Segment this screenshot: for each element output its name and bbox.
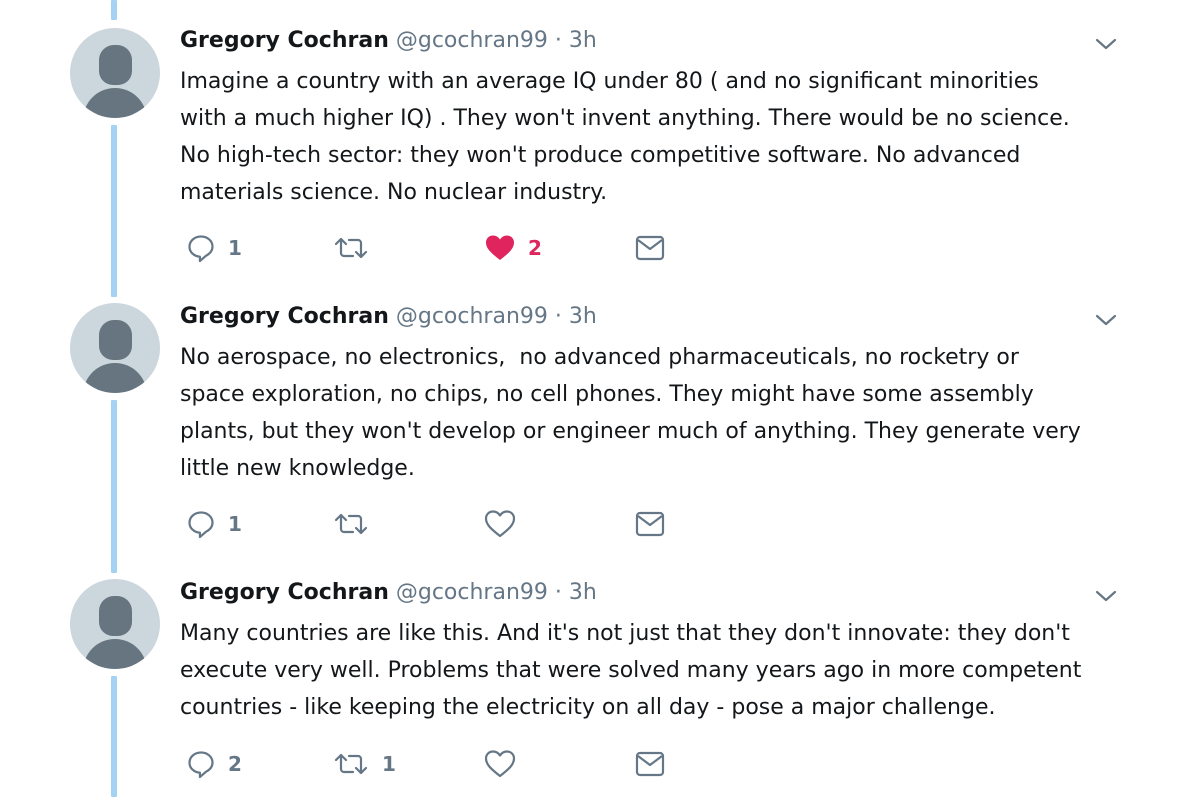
timestamp[interactable]: 3h: [569, 28, 597, 53]
tweet-text: Many countries are like this. And it's n…: [180, 621, 1082, 720]
retweet-icon: [332, 749, 370, 779]
chevron-down-icon[interactable]: [1094, 36, 1118, 52]
reply-icon: [186, 749, 216, 779]
thread-connector: [111, 0, 117, 20]
tweet-text: Imagine a country with an average IQ und…: [180, 69, 1070, 205]
avatar-head: [99, 320, 132, 360]
heart-icon: [484, 749, 516, 779]
tweet-text: No aerospace, no electronics, no advance…: [180, 345, 1081, 481]
user-handle[interactable]: @gcochran99: [396, 580, 548, 605]
retweet-icon: [332, 233, 370, 263]
tweet-actions: 1: [180, 504, 700, 544]
separator: ·: [554, 28, 562, 53]
timestamp[interactable]: 3h: [569, 304, 597, 329]
thread-connector: [111, 676, 117, 797]
direct-message-button[interactable]: [635, 504, 665, 544]
reply-count: 1: [228, 512, 242, 536]
heart-icon: [484, 233, 516, 263]
tweet-thread: Gregory Cochran @gcochran99 · 3h Imagine…: [0, 0, 1192, 797]
like-button[interactable]: 2: [484, 228, 542, 268]
like-count: 2: [528, 236, 542, 260]
reply-icon: [186, 509, 216, 539]
avatar-body: [83, 639, 147, 669]
direct-message-button[interactable]: [635, 228, 665, 268]
retweet-button[interactable]: 1: [332, 744, 396, 784]
avatar-body: [83, 88, 147, 118]
envelope-icon: [635, 510, 665, 538]
chevron-down-icon[interactable]: [1094, 312, 1118, 328]
thread-connector: [111, 125, 117, 297]
avatar[interactable]: [70, 28, 160, 118]
reply-icon: [186, 233, 216, 263]
avatar-head: [99, 596, 132, 636]
retweet-count: 1: [382, 752, 396, 776]
timestamp[interactable]: 3h: [569, 580, 597, 605]
reply-button[interactable]: 1: [186, 504, 242, 544]
direct-message-button[interactable]: [635, 744, 665, 784]
user-handle[interactable]: @gcochran99: [396, 28, 548, 53]
reply-count: 2: [228, 752, 242, 776]
tweet-header: Gregory Cochran @gcochran99 · 3h: [180, 578, 597, 608]
separator: ·: [554, 304, 562, 329]
thread-connector: [111, 400, 117, 573]
avatar[interactable]: [70, 303, 160, 393]
display-name[interactable]: Gregory Cochran: [180, 304, 389, 329]
avatar-body: [83, 363, 147, 393]
chevron-down-icon[interactable]: [1094, 588, 1118, 604]
reply-button[interactable]: 1: [186, 228, 242, 268]
display-name[interactable]: Gregory Cochran: [180, 28, 389, 53]
retweet-button[interactable]: [332, 228, 382, 268]
avatar-head: [99, 45, 132, 85]
avatar[interactable]: [70, 579, 160, 669]
reply-button[interactable]: 2: [186, 744, 242, 784]
retweet-button[interactable]: [332, 504, 382, 544]
tweet-header: Gregory Cochran @gcochran99 · 3h: [180, 302, 597, 332]
like-button[interactable]: [484, 504, 528, 544]
tweet-actions: 2 1: [180, 744, 700, 784]
separator: ·: [554, 580, 562, 605]
retweet-icon: [332, 509, 370, 539]
display-name[interactable]: Gregory Cochran: [180, 580, 389, 605]
envelope-icon: [635, 750, 665, 778]
tweet-header: Gregory Cochran @gcochran99 · 3h: [180, 26, 597, 56]
heart-icon: [484, 509, 516, 539]
envelope-icon: [635, 234, 665, 262]
reply-count: 1: [228, 236, 242, 260]
like-button[interactable]: [484, 744, 528, 784]
tweet-actions: 1 2: [180, 228, 700, 268]
user-handle[interactable]: @gcochran99: [396, 304, 548, 329]
